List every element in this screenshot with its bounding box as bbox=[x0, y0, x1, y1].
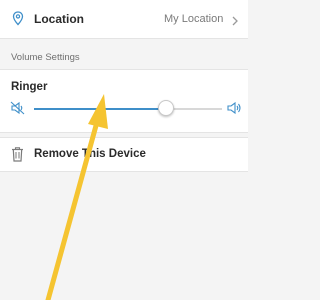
ringer-label: Ringer bbox=[11, 81, 48, 93]
remove-device-label: Remove This Device bbox=[34, 148, 146, 160]
ringer-card: Ringer bbox=[0, 69, 248, 133]
location-value: My Location bbox=[164, 13, 224, 25]
location-label: Location bbox=[34, 12, 84, 26]
volume-settings-header: Volume Settings bbox=[11, 52, 80, 63]
location-row[interactable]: Location My Location bbox=[0, 0, 248, 39]
volume-low-icon bbox=[10, 101, 26, 120]
trash-icon bbox=[11, 146, 24, 167]
ringer-volume-fill bbox=[34, 108, 166, 110]
ringer-volume-slider[interactable] bbox=[34, 108, 222, 110]
chevron-right-icon bbox=[232, 13, 238, 31]
volume-high-icon bbox=[226, 101, 242, 120]
ringer-volume-thumb[interactable] bbox=[157, 100, 174, 116]
map-pin-icon bbox=[12, 11, 24, 31]
remove-device-button[interactable]: Remove This Device bbox=[0, 137, 248, 172]
